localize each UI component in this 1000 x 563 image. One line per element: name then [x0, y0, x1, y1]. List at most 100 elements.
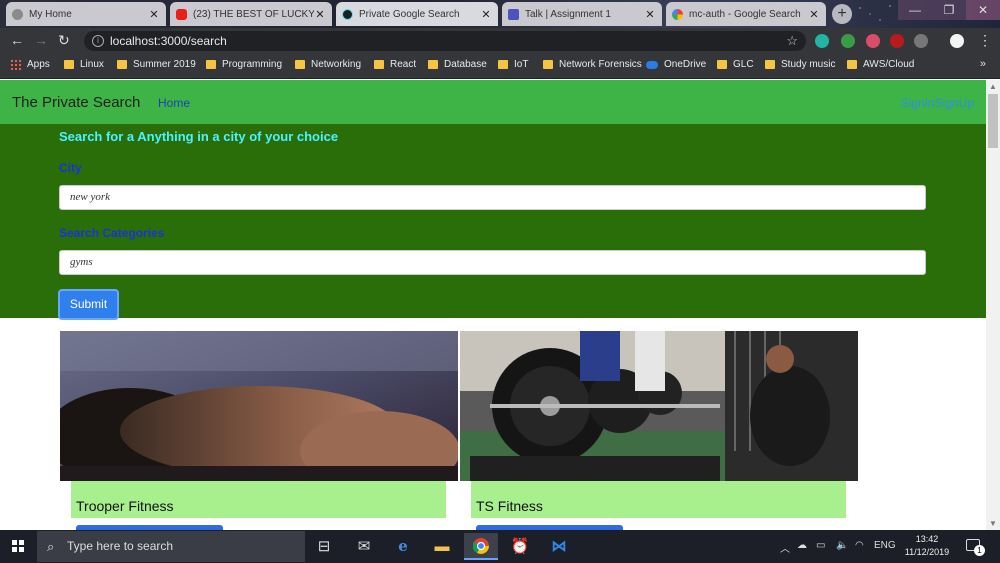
scroll-up-icon[interactable]: ▲	[989, 82, 997, 91]
folder-icon	[847, 60, 857, 69]
result-name: Trooper Fitness	[76, 498, 174, 514]
bookmark-label: React	[390, 59, 417, 70]
taskbar-search[interactable]: ⌕ Type here to search	[37, 531, 305, 562]
battery-icon[interactable]: ▭	[816, 540, 825, 551]
bookmark-label: Study music	[781, 59, 836, 70]
bookmark-label: OneDrive	[664, 59, 707, 70]
reload-icon[interactable]: ↻	[58, 32, 70, 49]
forward-icon[interactable]: →	[34, 32, 48, 48]
bookmark-label: Database	[444, 59, 487, 70]
alarm-clock-icon[interactable]: ⏰	[503, 533, 537, 560]
page-scrollbar[interactable]: ▲ ▼	[986, 80, 1000, 530]
task-view-icon[interactable]: ⊟	[307, 533, 341, 560]
folder-icon	[295, 60, 305, 69]
maximize-icon[interactable]: ❐	[932, 0, 966, 20]
extension-icon[interactable]	[866, 34, 880, 48]
browser-tab-strip: My Home ✕ (23) THE BEST OF LUCKY D ✕ Pri…	[0, 0, 1000, 28]
close-tab-icon[interactable]: ✕	[148, 8, 160, 21]
mail-icon[interactable]: ✉	[347, 533, 381, 560]
notification-count: 1	[974, 545, 985, 556]
result-image	[460, 331, 858, 481]
folder-icon	[206, 60, 216, 69]
scroll-down-icon[interactable]: ▼	[989, 519, 997, 528]
browser-tab[interactable]: (23) THE BEST OF LUCKY D ✕	[170, 2, 332, 26]
page-viewport: The Private Search Home SignInSignUp Sea…	[0, 80, 986, 530]
bookmark-folder[interactable]: Networking	[295, 59, 361, 70]
bookmarks-overflow-icon[interactable]: »	[980, 58, 986, 70]
bookmark-folder[interactable]: GLC	[717, 59, 754, 70]
submit-button[interactable]: Submit	[58, 289, 119, 320]
minimize-icon[interactable]: —	[898, 0, 932, 20]
bookmark-folder[interactable]: Network Forensics	[543, 59, 642, 70]
clock-date: 11/12/2019	[904, 547, 950, 557]
language-indicator[interactable]: ENG	[874, 540, 896, 551]
back-icon[interactable]: ←	[10, 32, 24, 48]
folder-icon	[374, 60, 384, 69]
search-panel: Search for a Anything in a city of your …	[0, 124, 986, 320]
nav-signin-signup-link[interactable]: SignInSignUp	[901, 96, 974, 110]
nav-home-link[interactable]: Home	[158, 96, 190, 110]
folder-icon	[117, 60, 127, 69]
close-tab-icon[interactable]: ✕	[480, 8, 492, 21]
edge-browser-icon[interactable]: e	[386, 533, 420, 560]
notification-icon[interactable]: 1	[966, 539, 985, 556]
close-tab-icon[interactable]: ✕	[314, 8, 326, 21]
search-icon: ⌕	[47, 539, 55, 554]
window-controls: — ❐ ✕	[898, 0, 1000, 20]
site-navbar: The Private Search Home SignInSignUp	[0, 80, 986, 124]
taskbar-search-placeholder: Type here to search	[67, 539, 174, 553]
close-tab-icon[interactable]: ✕	[644, 8, 656, 21]
browser-tab-active[interactable]: Private Google Search ✕	[336, 2, 498, 26]
windows-start-icon[interactable]	[12, 540, 24, 552]
close-window-icon[interactable]: ✕	[966, 0, 1000, 20]
bookmark-folder[interactable]: Database	[428, 59, 487, 70]
globe-icon	[12, 8, 23, 20]
browser-tab[interactable]: Talk | Assignment 1 ✕	[502, 2, 662, 26]
close-tab-icon[interactable]: ✕	[808, 8, 820, 21]
menu-dots-icon[interactable]: ⋮	[978, 32, 992, 49]
bookmark-apps[interactable]: Apps	[10, 59, 50, 70]
react-icon	[342, 8, 353, 20]
youtube-icon	[176, 8, 187, 20]
bookmark-label: Programming	[222, 59, 283, 70]
browser-tab[interactable]: My Home ✕	[6, 2, 166, 26]
bookmark-label: Summer 2019	[133, 59, 196, 70]
scroll-thumb[interactable]	[988, 94, 998, 148]
url-text: localhost:3000/search	[110, 34, 227, 48]
profile-avatar-icon[interactable]	[950, 34, 964, 48]
bookmark-folder[interactable]: Programming	[206, 59, 282, 70]
bookmark-folder[interactable]: Study music	[765, 59, 835, 70]
file-explorer-icon[interactable]: ▬	[425, 533, 459, 560]
category-input[interactable]: gyms	[59, 250, 926, 275]
browser-tab[interactable]: mc-auth - Google Search ✕	[666, 2, 826, 26]
taskbar-clock[interactable]: 13:42 11/12/2019	[898, 533, 956, 559]
result-name: TS Fitness	[476, 498, 543, 514]
result-image	[60, 331, 458, 481]
info-icon[interactable]: i	[92, 35, 104, 47]
tray-chevron-icon[interactable]: ︿	[780, 540, 790, 555]
wifi-icon[interactable]: ◠	[855, 540, 864, 551]
bookmark-folder[interactable]: IoT	[498, 59, 528, 70]
onedrive-tray-icon[interactable]: ☁	[797, 540, 807, 551]
bookmark-folder[interactable]: AWS/Cloud	[847, 59, 914, 70]
ublock-icon[interactable]	[890, 34, 904, 48]
bookmark-onedrive[interactable]: OneDrive	[646, 59, 706, 70]
url-bar[interactable]: i localhost:3000/search ☆	[84, 31, 806, 51]
extension-icon[interactable]	[914, 34, 928, 48]
onedrive-icon	[646, 60, 658, 69]
vscode-icon[interactable]: ⋈	[542, 533, 576, 560]
extension-icon[interactable]	[815, 34, 829, 48]
bookmark-star-icon[interactable]: ☆	[786, 31, 798, 51]
volume-icon[interactable]: 🔈	[836, 540, 848, 551]
shield-extension-icon[interactable]	[841, 34, 855, 48]
site-brand[interactable]: The Private Search	[12, 94, 140, 111]
new-tab-button[interactable]: +	[832, 4, 852, 24]
bookmark-folder[interactable]: Linux	[64, 59, 104, 70]
chrome-icon[interactable]	[464, 533, 498, 560]
city-input[interactable]: new york	[59, 185, 926, 210]
clock-time: 13:42	[915, 534, 939, 544]
bookmark-folder[interactable]: React	[374, 59, 416, 70]
tab-title: (23) THE BEST OF LUCKY D	[193, 8, 314, 20]
bookmark-folder[interactable]: Summer 2019	[117, 59, 196, 70]
folder-icon	[717, 60, 727, 69]
